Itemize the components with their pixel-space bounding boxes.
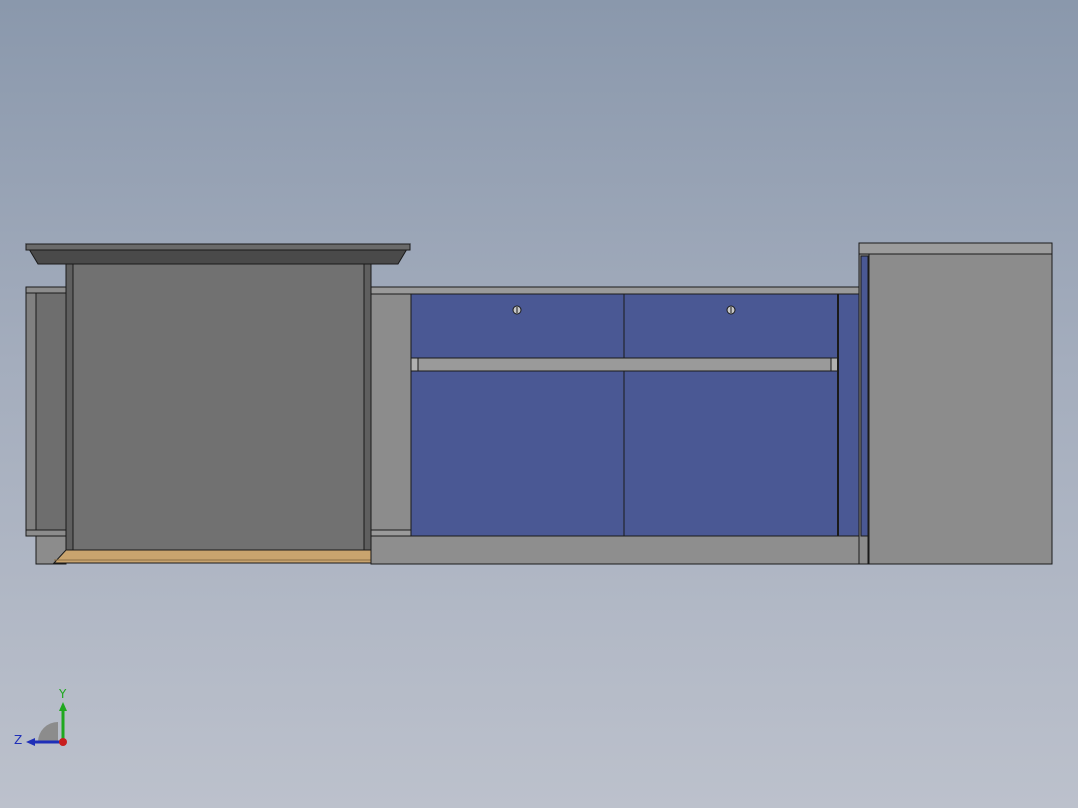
door-right[interactable] — [623, 370, 839, 537]
left-cabinet[interactable] — [25, 243, 411, 564]
y-axis-label: Y — [58, 687, 67, 701]
y-axis-arrowhead — [59, 702, 67, 711]
reference-triad: Y Z — [14, 687, 67, 747]
cabinet-assembly-model[interactable] — [0, 0, 1078, 808]
x-axis-dot — [59, 738, 67, 746]
z-axis-label: Z — [14, 733, 22, 747]
drawer-right[interactable] — [623, 293, 839, 359]
drawer-left[interactable] — [410, 293, 625, 359]
lock-icon[interactable] — [512, 305, 522, 315]
lock-icon[interactable] — [726, 305, 736, 315]
graphics-viewport[interactable]: Y Z — [0, 0, 1078, 808]
door-left[interactable] — [410, 370, 625, 537]
left-side-panel[interactable] — [25, 286, 67, 565]
z-axis-arrowhead — [26, 738, 35, 746]
triad-quadrant — [38, 722, 58, 742]
center-cabinet[interactable] — [370, 286, 860, 565]
right-cabinet[interactable] — [858, 242, 1053, 565]
